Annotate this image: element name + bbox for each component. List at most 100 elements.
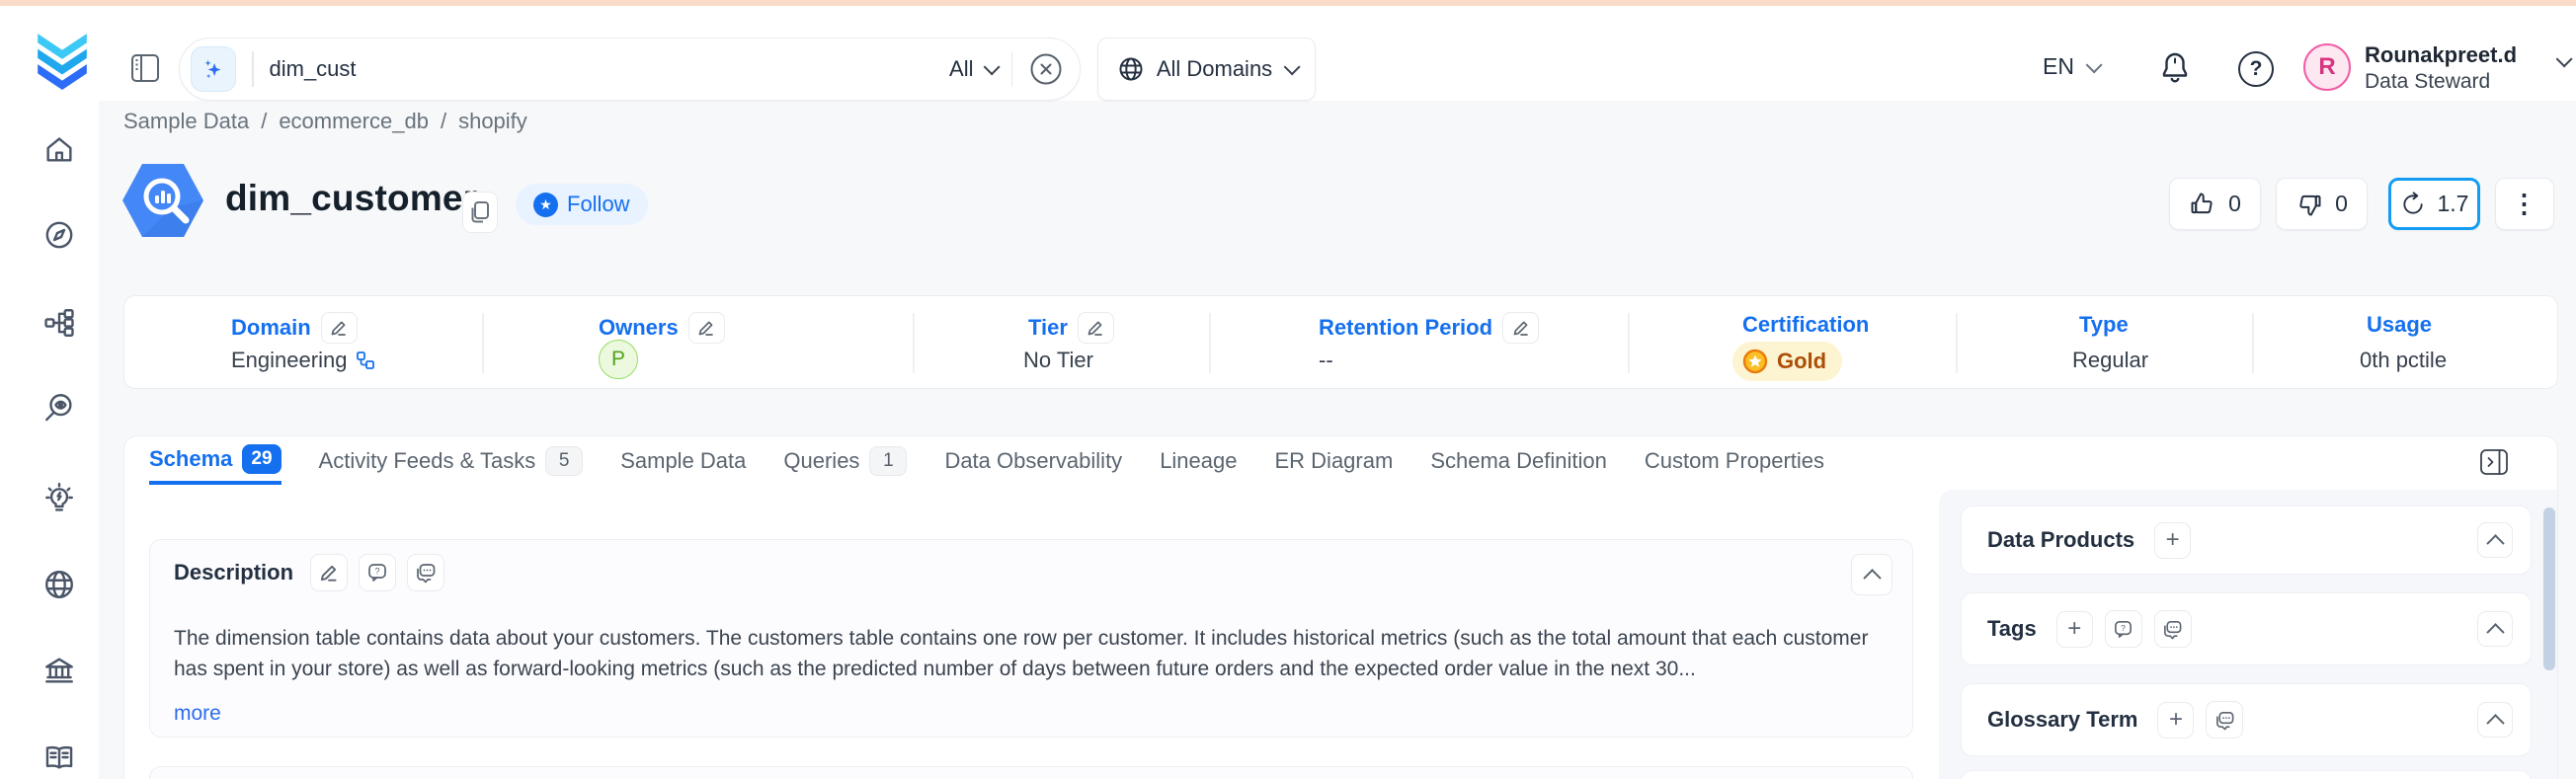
tab-schema-definition[interactable]: Schema Definition — [1430, 436, 1607, 485]
domains-globe-icon[interactable] — [42, 568, 76, 601]
activity-count-badge: 5 — [545, 446, 583, 476]
notifications-bell-icon[interactable] — [2157, 49, 2193, 89]
divider — [1209, 313, 1211, 373]
divider — [2252, 313, 2254, 373]
learn-book-icon[interactable] — [42, 740, 76, 774]
edit-tier-icon[interactable] — [1078, 312, 1114, 344]
govern-bank-icon[interactable] — [42, 654, 76, 687]
follow-button[interactable]: ★ Follow — [516, 184, 648, 225]
tab-schema[interactable]: Schema 29 — [149, 436, 282, 485]
tab-custom-properties[interactable]: Custom Properties — [1645, 436, 1824, 485]
search-clear-icon[interactable] — [1028, 51, 1064, 87]
tab-sample-data[interactable]: Sample Data — [620, 436, 746, 485]
star-icon: ★ — [533, 193, 558, 217]
explore-compass-icon[interactable] — [42, 218, 76, 252]
breadcrumb-separator: / — [441, 109, 446, 134]
help-icon[interactable]: ? — [2238, 51, 2274, 87]
collapse-data-products-icon[interactable] — [2477, 522, 2513, 558]
request-description-icon[interactable]: ? — [359, 554, 396, 591]
tags-comments-icon[interactable] — [2154, 610, 2192, 648]
sidebar-toggle-icon[interactable] — [130, 52, 160, 84]
tab-lineage[interactable]: Lineage — [1160, 436, 1237, 485]
app-logo[interactable] — [34, 32, 91, 91]
owners-label: Owners — [599, 315, 679, 341]
add-tag-button[interactable]: + — [2056, 611, 2093, 648]
search-scope-label: All — [949, 56, 973, 82]
collapse-glossary-icon[interactable] — [2477, 702, 2513, 738]
breadcrumb-item[interactable]: ecommerce_db — [279, 109, 429, 134]
divider — [1956, 313, 1958, 373]
user-name: Rounakpreet.d — [2365, 41, 2517, 68]
domain-label-group: Domain — [231, 312, 358, 344]
request-tags-icon[interactable]: ? — [2105, 610, 2142, 648]
edit-owners-icon[interactable] — [688, 312, 725, 344]
chevron-down-icon — [983, 58, 1000, 75]
downvote-button[interactable]: 0 — [2276, 178, 2368, 230]
upvote-button[interactable]: 0 — [2169, 178, 2261, 230]
add-data-product-button[interactable]: + — [2154, 522, 2191, 559]
expand-side-panel-icon[interactable] — [2478, 446, 2510, 478]
more-actions-button[interactable]: ⋮ — [2495, 178, 2554, 230]
tab-activity-feeds[interactable]: Activity Feeds & Tasks 5 — [319, 436, 584, 485]
user-menu[interactable]: R Rounakpreet.d Data Steward — [2303, 41, 2568, 95]
data-products-card: Data Products + — [1961, 506, 2532, 575]
search-input[interactable] — [270, 56, 950, 82]
description-header: Description ? — [174, 554, 444, 591]
description-comments-icon[interactable] — [407, 554, 444, 591]
help-question-glyph: ? — [2250, 57, 2263, 81]
all-domains-dropdown[interactable]: All Domains — [1097, 38, 1316, 101]
edit-retention-icon[interactable] — [1502, 312, 1539, 344]
domain-link-icon — [356, 351, 375, 370]
glossary-term-title: Glossary Term — [1987, 707, 2137, 733]
all-domains-label: All Domains — [1157, 56, 1272, 82]
edit-domain-icon[interactable] — [321, 312, 358, 344]
right-side-panel: Data Products + Tags + ? Glossary Term + — [1939, 490, 2558, 779]
domain-value[interactable]: Engineering — [231, 348, 375, 373]
description-text: The dimension table contains data about … — [174, 623, 1894, 684]
edit-description-icon[interactable] — [310, 554, 348, 591]
breadcrumb-separator: / — [261, 109, 267, 134]
home-icon[interactable] — [42, 132, 76, 166]
data-products-sitemap-icon[interactable] — [42, 306, 76, 340]
divider — [1628, 313, 1630, 373]
gold-medal-icon — [1742, 349, 1768, 374]
data-products-title: Data Products — [1987, 527, 2134, 553]
insights-bulb-icon[interactable] — [42, 481, 76, 514]
breadcrumb-item[interactable]: shopify — [458, 109, 527, 134]
tab-er-diagram[interactable]: ER Diagram — [1275, 436, 1394, 485]
owner-avatar[interactable]: P — [599, 340, 638, 379]
search-scope-dropdown[interactable]: All — [949, 56, 995, 82]
tier-value: No Tier — [1023, 348, 1093, 373]
retention-period-value: -- — [1319, 348, 1333, 373]
bigquery-service-icon — [121, 160, 205, 241]
certification-label: Certification — [1742, 312, 1869, 338]
collapse-description-icon[interactable] — [1851, 554, 1892, 595]
observability-search-eye-icon[interactable] — [42, 391, 76, 425]
divider — [482, 313, 484, 373]
version-button[interactable]: 1.7 — [2388, 178, 2480, 230]
page-title: dim_customer — [225, 178, 477, 219]
collapse-tags-icon[interactable] — [2477, 611, 2513, 647]
language-dropdown[interactable]: EN — [2043, 53, 2098, 80]
tab-queries[interactable]: Queries 1 — [783, 436, 907, 485]
description-card: Description ? The dimension table contai… — [149, 539, 1913, 738]
breadcrumb: Sample Data / ecommerce_db / shopify — [123, 109, 527, 134]
description-more-link[interactable]: more — [174, 702, 221, 726]
metadata-summary-card: Domain Engineering Owners P Tier No Tier… — [123, 295, 2558, 389]
downvote-count: 0 — [2335, 191, 2348, 217]
user-avatar-initial: R — [2318, 53, 2335, 81]
breadcrumb-item[interactable]: Sample Data — [123, 109, 249, 134]
copy-name-icon[interactable] — [462, 192, 498, 233]
global-search-bar[interactable]: All — [179, 38, 1081, 101]
add-glossary-term-button[interactable]: + — [2157, 702, 2194, 739]
svg-text:?: ? — [2121, 622, 2126, 632]
top-header: All All Domains EN ? R — [0, 6, 2576, 101]
svg-text:?: ? — [375, 567, 380, 577]
tier-label: Tier — [1028, 315, 1068, 341]
tab-data-observability[interactable]: Data Observability — [944, 436, 1122, 485]
ai-sparkle-icon[interactable] — [191, 46, 236, 92]
glossary-comments-icon[interactable] — [2206, 701, 2243, 739]
side-panel-scrollbar[interactable] — [2543, 507, 2555, 670]
description-title: Description — [174, 560, 293, 585]
version-number: 1.7 — [2438, 191, 2469, 217]
